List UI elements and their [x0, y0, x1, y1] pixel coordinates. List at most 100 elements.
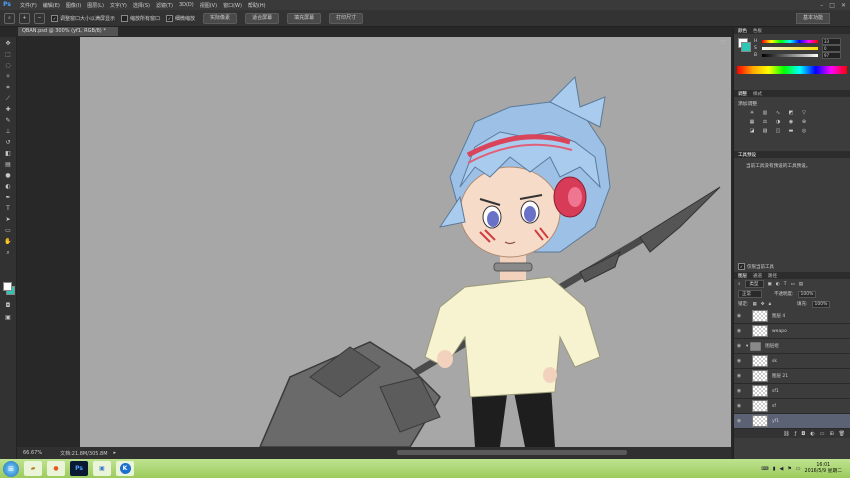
zoom-level[interactable]: 66.67% [23, 450, 42, 456]
eye-icon[interactable]: ◉ [734, 328, 744, 334]
brush-tool-icon[interactable]: ✎ [3, 116, 13, 125]
menu-window[interactable]: 窗口(W) [223, 2, 242, 9]
checkbox-checked-icon[interactable]: ✓ [738, 263, 745, 270]
posterize-icon[interactable]: ▨ [761, 128, 769, 134]
black-white-icon[interactable]: ◑ [774, 119, 782, 125]
new-group-icon[interactable]: ▭ [820, 431, 825, 437]
path-selection-tool-icon[interactable]: ➤ [3, 215, 13, 224]
type-tool-icon[interactable]: T [3, 204, 13, 213]
taskbar-app-file-manager[interactable]: ▰ [24, 461, 42, 476]
chevron-down-icon[interactable]: ▾ [746, 344, 748, 349]
resize-windows-check[interactable]: ✓ 调整窗口大小以满屏显示 [51, 14, 115, 22]
horizontal-scrollbar[interactable] [397, 450, 627, 455]
fit-screen-button[interactable]: 适合屏幕 [245, 12, 280, 24]
saturation-value[interactable]: 0 [822, 45, 841, 52]
lasso-tool-icon[interactable]: ◌ [3, 61, 13, 70]
checkbox-checked-icon[interactable]: ✓ [166, 14, 174, 22]
keyboard-icon[interactable]: ⌨ [761, 466, 768, 472]
photo-filter-icon[interactable]: ◉ [787, 119, 795, 125]
levels-icon[interactable]: ▥ [761, 110, 769, 116]
crop-tool-icon[interactable]: ⌗ [3, 83, 13, 92]
screen-mode-icon[interactable]: ▣ [3, 313, 13, 322]
history-brush-tool-icon[interactable]: ↺ [3, 138, 13, 147]
mask-icon[interactable]: ◘ [801, 431, 805, 437]
layer-row[interactable]: ◉ sk [734, 354, 850, 369]
zoom-in-icon[interactable]: + [19, 12, 30, 24]
layer-row[interactable]: ◉ sf1 [734, 384, 850, 399]
eye-icon[interactable]: ◉ [734, 403, 744, 409]
flag-icon[interactable]: ⚑ [787, 466, 791, 472]
actual-pixels-button[interactable]: 实际像素 [203, 12, 238, 24]
eye-icon[interactable]: ◉ [734, 418, 744, 424]
layer-row[interactable]: ◉ sf [734, 399, 850, 414]
curves-icon[interactable]: ∿ [774, 110, 782, 116]
exposure-icon[interactable]: ◩ [787, 110, 795, 116]
color-swatches[interactable] [3, 282, 15, 295]
volume-icon[interactable]: ◀ [779, 466, 783, 472]
marquee-tool-icon[interactable]: ⬚ [3, 50, 13, 59]
bg-color-preview[interactable] [741, 42, 751, 52]
saturation-slider[interactable] [762, 47, 818, 50]
print-size-button[interactable]: 打印尺寸 [329, 12, 364, 24]
filter-smart-icon[interactable]: ▤ [799, 282, 803, 287]
channel-mixer-icon[interactable]: ⊕ [800, 119, 808, 125]
gradient-map-icon[interactable]: ▬ [787, 128, 795, 134]
eye-icon[interactable]: ◉ [734, 313, 744, 319]
tab-tool-presets[interactable]: 工具预设 [738, 152, 756, 158]
eyedropper-tool-icon[interactable]: ⟋ [3, 94, 13, 103]
eye-icon[interactable]: ◉ [734, 388, 744, 394]
close-icon[interactable]: ✕ [841, 2, 846, 9]
vibrance-icon[interactable]: ▽ [800, 110, 808, 116]
eye-icon[interactable]: ◉ [734, 358, 744, 364]
filter-type-icon[interactable]: T [784, 282, 787, 287]
layer-row[interactable]: ◉ 图层 4 [734, 309, 850, 324]
color-spectrum[interactable] [737, 66, 847, 74]
selective-color-icon[interactable]: ◎ [800, 128, 808, 134]
dodge-tool-icon[interactable]: ◐ [3, 182, 13, 191]
start-button[interactable]: ⊞ [3, 460, 19, 477]
scrubby-zoom-check[interactable]: ✓ 细微缩放 [166, 14, 195, 22]
filter-adjust-icon[interactable]: ◐ [776, 282, 780, 287]
shape-tool-icon[interactable]: ▭ [3, 226, 13, 235]
checkbox-icon[interactable] [121, 14, 129, 22]
zoom-tool-icon[interactable]: ⌕ [3, 248, 13, 257]
lock-all-icon[interactable]: 🔒︎ [769, 301, 771, 307]
menu-file[interactable]: 文件(F) [20, 2, 37, 9]
trash-icon[interactable]: 🗑︎ [839, 431, 845, 437]
menu-3d[interactable]: 3D(D) [179, 2, 194, 8]
move-tool-icon[interactable]: ✥ [3, 39, 13, 48]
new-layer-icon[interactable]: ⊞ [829, 431, 833, 437]
menu-select[interactable]: 选择(S) [133, 2, 150, 9]
layer-row-selected[interactable]: ◉ yf1 [734, 414, 850, 429]
history-panel-icon[interactable]: ⤧ [715, 40, 731, 48]
tab-color[interactable]: 颜色 [738, 28, 747, 34]
fill-input[interactable]: 100% [811, 300, 831, 308]
fill-screen-button[interactable]: 填充屏幕 [287, 12, 322, 24]
workspace-select[interactable]: 基本功能 [795, 13, 830, 24]
color-balance-icon[interactable]: ⚖ [761, 119, 769, 125]
quick-mask-icon[interactable]: ◘ [3, 301, 13, 310]
layer-row[interactable]: ◉ weapo [734, 324, 850, 339]
invert-icon[interactable]: ◪ [748, 128, 756, 134]
magic-wand-tool-icon[interactable]: ✧ [3, 72, 13, 81]
brightness-slider[interactable] [762, 54, 818, 57]
network-icon[interactable]: ▮ [773, 466, 776, 472]
hand-tool-icon[interactable]: ✋ [3, 237, 13, 246]
menu-edit[interactable]: 编辑(E) [43, 2, 60, 9]
brightness-value[interactable]: 97 [822, 52, 841, 59]
menu-view[interactable]: 视图(V) [200, 2, 217, 9]
tab-paths[interactable]: 路径 [768, 273, 777, 279]
eraser-tool-icon[interactable]: ◧ [3, 149, 13, 158]
maximize-icon[interactable]: □ [829, 2, 835, 9]
eye-icon[interactable]: ◉ [734, 343, 744, 349]
brightness-icon[interactable]: ☀ [748, 110, 756, 116]
pen-tool-icon[interactable]: ✒ [3, 193, 13, 202]
minimize-icon[interactable]: – [820, 2, 823, 9]
menu-type[interactable]: 文字(Y) [110, 2, 127, 9]
tab-adjustments[interactable]: 调整 [738, 91, 747, 97]
clock[interactable]: 16:01 2016/5/9 星期二 [805, 463, 842, 475]
hue-saturation-icon[interactable]: ▦ [748, 119, 756, 125]
foreground-color-swatch[interactable] [3, 282, 12, 291]
taskbar-app-browser[interactable]: ● [47, 461, 65, 476]
fx-icon[interactable]: ƒ [795, 431, 797, 437]
